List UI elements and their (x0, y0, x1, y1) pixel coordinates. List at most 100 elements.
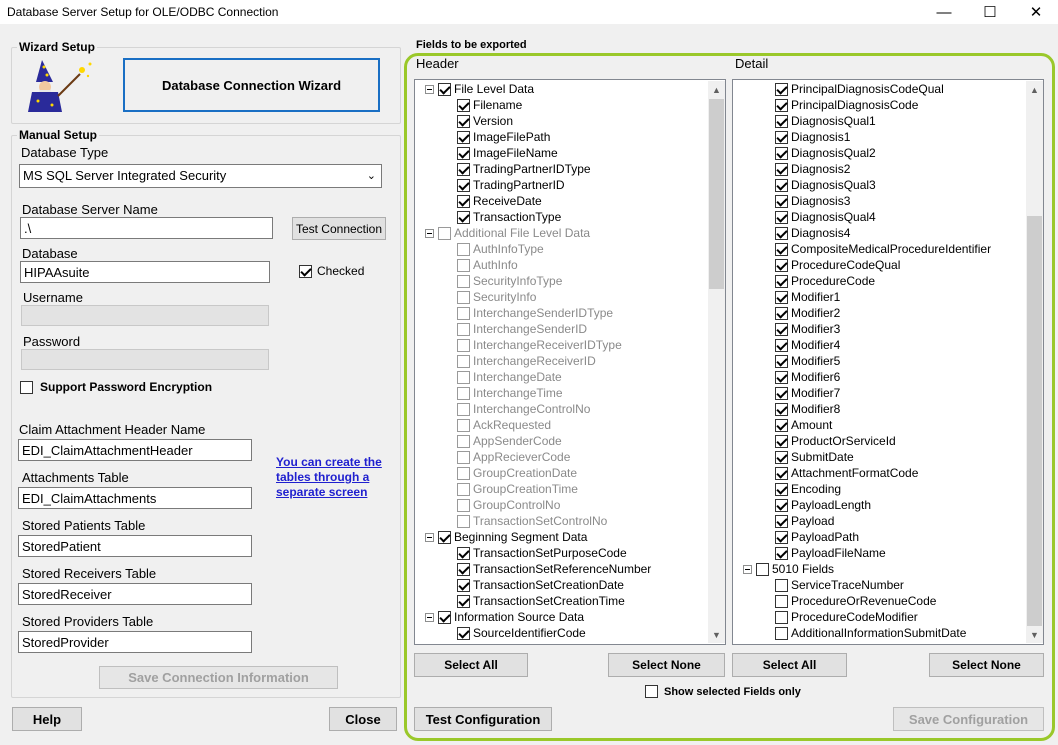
show-selected-row[interactable]: Show selected Fields only (645, 685, 801, 698)
scroll-up-icon[interactable]: ▲ (708, 81, 725, 98)
tree-field-item[interactable]: Amount (775, 417, 832, 433)
create-tables-link-line3[interactable]: separate screen (276, 485, 382, 500)
field-checkbox[interactable] (457, 162, 470, 176)
field-checkbox[interactable] (457, 546, 470, 560)
save-connection-button[interactable]: Save Connection Information (99, 666, 338, 689)
tree-field-item[interactable]: TransactionSetControlNo (457, 513, 607, 529)
tree-field-item[interactable]: Diagnosis4 (775, 225, 850, 241)
tree-field-item[interactable]: PayloadPath (775, 529, 859, 545)
scroll-down-icon[interactable]: ▼ (1026, 626, 1043, 643)
field-checkbox[interactable] (457, 562, 470, 576)
test-configuration-button[interactable]: Test Configuration (414, 707, 552, 731)
field-checkbox[interactable] (775, 146, 788, 160)
scroll-down-icon[interactable]: ▼ (708, 626, 725, 643)
tree-field-item[interactable]: SecurityInfo (457, 289, 536, 305)
support-encryption-row[interactable]: Support Password Encryption (20, 380, 212, 394)
detail-fields-tree[interactable]: PrincipalDiagnosisCodeQual PrincipalDiagn… (732, 79, 1044, 645)
tree-group-node[interactable]: Information Source Data (425, 609, 584, 625)
field-checkbox[interactable] (775, 386, 788, 400)
tree-field-item[interactable]: TransactionSetCreationTime (457, 593, 625, 609)
field-checkbox[interactable] (775, 594, 788, 608)
stored-receivers-input[interactable]: StoredReceiver (18, 583, 252, 605)
tree-field-item[interactable]: Payload (775, 513, 834, 529)
help-button[interactable]: Help (12, 707, 82, 731)
tree-field-item[interactable]: DiagnosisQual4 (775, 209, 876, 225)
field-checkbox[interactable] (457, 290, 470, 304)
create-tables-link[interactable]: You can create the tables through a sepa… (276, 455, 382, 500)
field-checkbox[interactable] (457, 354, 470, 368)
tree-field-item[interactable]: DiagnosisQual2 (775, 145, 876, 161)
collapse-icon[interactable] (425, 84, 434, 94)
tree-field-item[interactable]: DiagnosisQual1 (775, 113, 876, 129)
field-checkbox[interactable] (457, 146, 470, 160)
header-select-all-button[interactable]: Select All (414, 653, 528, 677)
field-checkbox[interactable] (775, 578, 788, 592)
field-checkbox[interactable] (756, 562, 769, 576)
tree-field-item[interactable]: Modifier4 (775, 337, 840, 353)
tree-field-item[interactable]: TradingPartnerIDType (457, 161, 591, 177)
field-checkbox[interactable] (457, 114, 470, 128)
tree-group-node[interactable]: Beginning Segment Data (425, 529, 587, 545)
claim-header-input[interactable]: EDI_ClaimAttachmentHeader (18, 439, 252, 461)
field-checkbox[interactable] (438, 82, 451, 96)
field-checkbox[interactable] (457, 466, 470, 480)
show-selected-checkbox[interactable] (645, 685, 658, 698)
maximize-button[interactable]: ☐ (967, 0, 1013, 24)
tree-field-item[interactable]: PrincipalDiagnosisCodeQual (775, 81, 944, 97)
field-checkbox[interactable] (775, 402, 788, 416)
field-checkbox[interactable] (457, 306, 470, 320)
field-checkbox[interactable] (775, 178, 788, 192)
tree-field-item[interactable]: Modifier8 (775, 401, 840, 417)
tree-field-item[interactable]: InterchangeReceiverID (457, 353, 596, 369)
field-checkbox[interactable] (775, 274, 788, 288)
tree-field-item[interactable]: Encoding (775, 481, 841, 497)
tree-field-item[interactable]: InterchangeControlNo (457, 401, 590, 417)
checked-checkbox-row[interactable]: Checked (299, 264, 364, 278)
tree-field-item[interactable]: ProcedureCodeQual (775, 257, 900, 273)
tree-field-item[interactable]: GroupCreationTime (457, 481, 578, 497)
field-checkbox[interactable] (457, 418, 470, 432)
tree-field-item[interactable]: PrincipalDiagnosisCode (775, 97, 918, 113)
scroll-up-icon[interactable]: ▲ (1026, 81, 1043, 98)
tree-field-item[interactable]: AdditionalInformationSubmitDate (775, 625, 966, 641)
field-checkbox[interactable] (775, 82, 788, 96)
database-type-select[interactable]: MS SQL Server Integrated Security ⌄ (19, 164, 382, 188)
field-checkbox[interactable] (775, 530, 788, 544)
tree-field-item[interactable]: Version (457, 113, 513, 129)
field-checkbox[interactable] (457, 322, 470, 336)
field-checkbox[interactable] (457, 370, 470, 384)
field-checkbox[interactable] (775, 226, 788, 240)
field-checkbox[interactable] (775, 242, 788, 256)
stored-providers-input[interactable]: StoredProvider (18, 631, 252, 653)
tree-field-item[interactable]: Modifier3 (775, 321, 840, 337)
tree-field-item[interactable]: TransactionSetReferenceNumber (457, 561, 651, 577)
tree-field-item[interactable]: InterchangeSenderIDType (457, 305, 613, 321)
tree-field-item[interactable]: Modifier1 (775, 289, 840, 305)
tree-field-item[interactable]: Modifier2 (775, 305, 840, 321)
tree-field-item[interactable]: Modifier6 (775, 369, 840, 385)
collapse-icon[interactable] (743, 564, 752, 574)
collapse-icon[interactable] (425, 612, 434, 622)
detail-scrollbar[interactable]: ▲ ▼ (1026, 81, 1043, 643)
database-input[interactable]: HIPAAsuite (20, 261, 270, 283)
field-checkbox[interactable] (775, 370, 788, 384)
tree-field-item[interactable]: PayloadLength (775, 497, 871, 513)
stored-patients-input[interactable]: StoredPatient (18, 535, 252, 557)
field-checkbox[interactable] (457, 194, 470, 208)
password-input[interactable] (21, 349, 269, 370)
field-checkbox[interactable] (775, 418, 788, 432)
field-checkbox[interactable] (775, 466, 788, 480)
field-checkbox[interactable] (457, 434, 470, 448)
tree-field-item[interactable]: Modifier7 (775, 385, 840, 401)
tree-field-item[interactable]: InterchangeSenderID (457, 321, 587, 337)
field-checkbox[interactable] (457, 386, 470, 400)
tree-field-item[interactable]: TransactionSetPurposeCode (457, 545, 627, 561)
tree-field-item[interactable]: SecurityInfoType (457, 273, 562, 289)
field-checkbox[interactable] (775, 162, 788, 176)
tree-field-item[interactable]: SourceIdentifierCode (457, 625, 586, 641)
tree-field-item[interactable]: AppSenderCode (457, 433, 562, 449)
field-checkbox[interactable] (457, 514, 470, 528)
tree-field-item[interactable]: InterchangeTime (457, 385, 563, 401)
username-input[interactable] (21, 305, 269, 326)
field-checkbox[interactable] (775, 194, 788, 208)
